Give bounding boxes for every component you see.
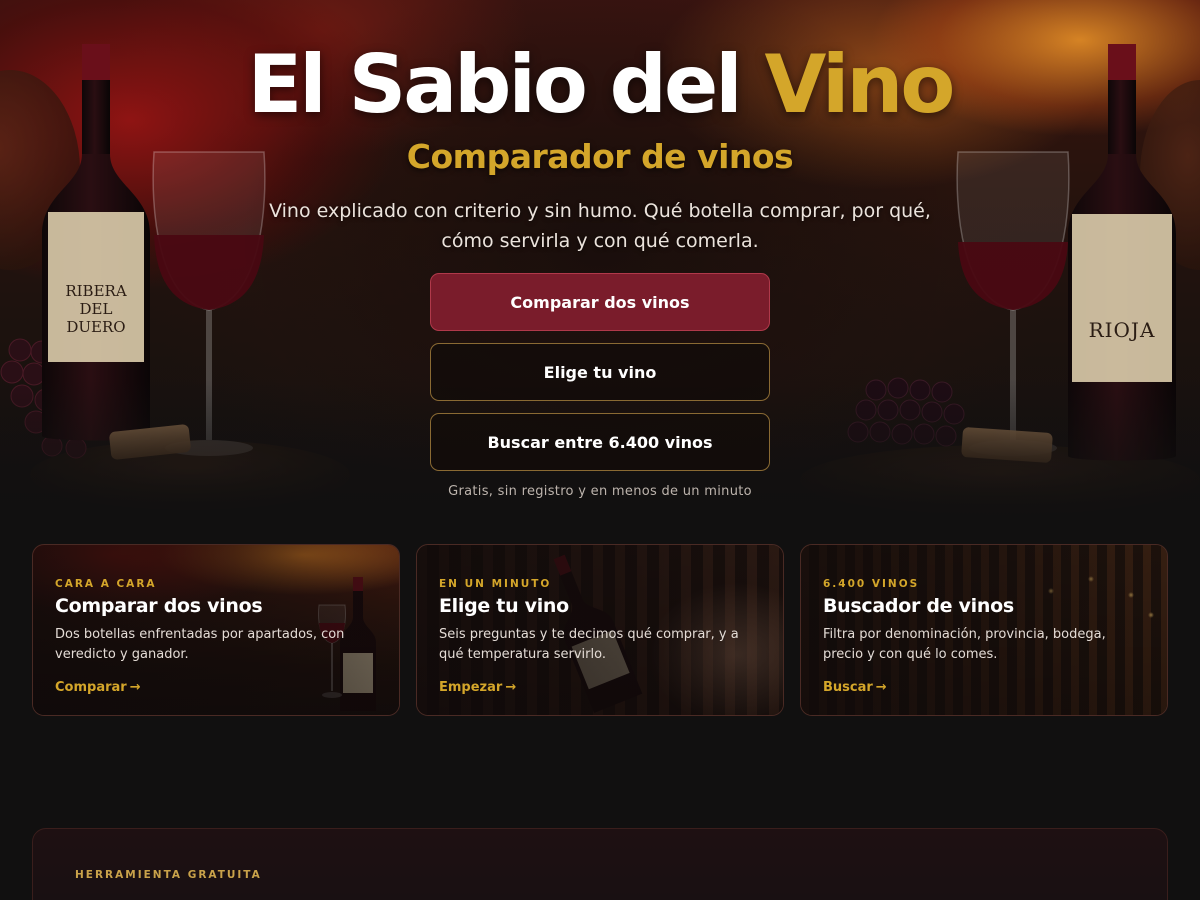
search-link[interactable]: Buscar →: [823, 680, 887, 695]
choose-your-wine-button[interactable]: Elige tu vino: [430, 343, 770, 401]
right-bottle-label: RIOJA: [1088, 318, 1156, 342]
feature-card-search[interactable]: 6.400 VINOS Buscador de vinos Filtra por…: [800, 544, 1168, 716]
card-link-label: Empezar: [439, 680, 503, 695]
card-description: Seis preguntas y te decimos qué comprar,…: [439, 627, 739, 662]
panel-eyebrow: HERRAMIENTA GRATUITA: [75, 869, 262, 881]
start-link[interactable]: Empezar →: [439, 680, 516, 695]
feature-card-choose[interactable]: EN UN MINUTO Elige tu vino Seis pregunta…: [416, 544, 784, 716]
left-bottle-label: RIBERA DEL DUERO: [65, 282, 127, 336]
compare-two-wines-button[interactable]: Comparar dos vinos: [430, 273, 770, 331]
card-title: Buscador de vinos: [823, 595, 1014, 617]
card-eyebrow: CARA A CARA: [55, 578, 157, 590]
card-description: Dos botellas enfrentadas por apartados, …: [55, 627, 345, 662]
hero-description: Vino explicado con criterio y sin humo. …: [269, 200, 931, 252]
card-eyebrow: 6.400 VINOS: [823, 578, 920, 590]
arrow-right-icon: →: [505, 680, 517, 695]
card-eyebrow: EN UN MINUTO: [439, 578, 552, 590]
card-link-label: Buscar: [823, 680, 873, 695]
site-title-main: El Sabio del: [247, 38, 765, 131]
arrow-right-icon: →: [875, 680, 887, 695]
hero-note: Gratis, sin registro y en menos de un mi…: [448, 484, 752, 499]
site-title: El Sabio del Vino: [0, 38, 1200, 131]
site-subtitle: Comparador de vinos: [406, 137, 794, 176]
free-tool-panel: HERRAMIENTA GRATUITA: [32, 828, 1168, 900]
card-link-label: Comparar: [55, 680, 127, 695]
site-title-accent: Vino: [764, 38, 955, 131]
card-title: Comparar dos vinos: [55, 595, 263, 617]
compare-link[interactable]: Comparar →: [55, 680, 141, 695]
hero-section: RIBERA DEL DUERO RIOJA El Sabio del Vino…: [0, 0, 1200, 520]
card-description: Filtra por denominación, provincia, bode…: [823, 627, 1106, 662]
card-title: Elige tu vino: [439, 595, 569, 617]
search-wines-button[interactable]: Buscar entre 6.400 vinos: [430, 413, 770, 471]
feature-card-compare[interactable]: CARA A CARA Comparar dos vinos Dos botel…: [32, 544, 400, 716]
arrow-right-icon: →: [129, 680, 141, 695]
